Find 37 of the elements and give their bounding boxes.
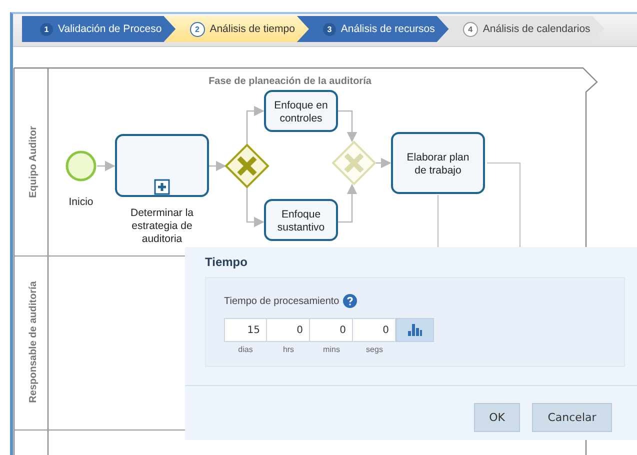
connector-arrow	[246, 106, 264, 145]
phase-title: Fase de planeación de la auditoría	[208, 76, 372, 87]
unit-label: hrs	[282, 345, 294, 354]
connector-arrow	[337, 110, 358, 142]
cancel-button[interactable]: Cancelar	[532, 403, 612, 432]
ok-button[interactable]: OK	[474, 403, 520, 432]
connector-arrow	[376, 158, 392, 168]
subprocess-label: Determinar la estrategia de auditoria	[130, 207, 194, 245]
wizard-step[interactable]: 2 Análisis de tiempo	[164, 16, 309, 42]
unit-label: segs	[366, 345, 383, 354]
number-field[interactable]: 0	[310, 318, 353, 342]
event-label: Inicio	[68, 196, 94, 208]
connector-arrow	[208, 160, 226, 172]
bar-chart-icon	[408, 324, 422, 336]
start-event	[66, 150, 96, 182]
unit-label: dias	[238, 345, 253, 354]
task-label: Enfoque en controles	[274, 100, 328, 124]
connector-arrow	[337, 184, 358, 223]
connector-line	[437, 195, 439, 250]
connector-arrow	[246, 187, 264, 228]
number-field[interactable]: 15	[224, 318, 267, 342]
lane-label: Equipo Auditor	[28, 126, 39, 198]
number-field[interactable]: 0	[353, 318, 396, 342]
unit-label: mins	[323, 345, 340, 354]
connector-arrow	[97, 160, 116, 172]
number-field[interactable]: 0	[267, 318, 310, 342]
help-icon[interactable]	[343, 294, 358, 308]
distribution-button[interactable]	[396, 318, 434, 342]
dialog-title: Tiempo	[205, 255, 248, 271]
task-label: Enfoque sustantivo	[277, 208, 325, 234]
task-label: Elaborar plan de trabajo	[406, 152, 470, 176]
field-label: Tiempo de procesamiento	[224, 296, 340, 306]
expand-icon	[154, 179, 170, 195]
wizard-step[interactable]: 1 Validación de Proceso	[22, 16, 176, 42]
wizard-step[interactable]: 3 Análisis de recursos	[296, 16, 449, 42]
wizard-step[interactable]: 4 Análisis de calendarios	[436, 16, 604, 42]
lane-label: Responsable de auditoría	[28, 281, 39, 403]
